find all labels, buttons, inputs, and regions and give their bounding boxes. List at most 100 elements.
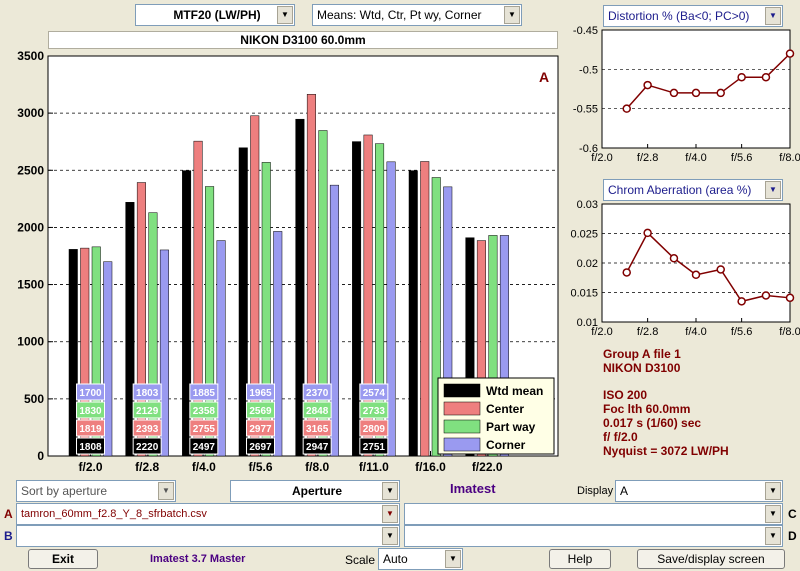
legend-swatch: [443, 419, 481, 434]
data-point: [669, 254, 679, 263]
save-display-button[interactable]: Save/display screen: [637, 549, 785, 569]
chrom-aberration-line-chart: 0.010.0150.020.0250.03f/2.0 f/2.8 f/4.0 f/5…: [570, 199, 800, 338]
scale-select[interactable]: Auto ▼: [378, 548, 463, 570]
distortion-line-chart: -0.6-0.55-0.5-0.45f/2.0 f/2.8 f/4.0 f/5.6 f/…: [573, 25, 800, 164]
group-label: A: [539, 69, 549, 85]
xaxis-select-value: Aperture: [291, 484, 342, 498]
x-tick-label: f/16.0: [415, 460, 446, 474]
data-label: 2370: [306, 388, 329, 399]
file-b-select[interactable]: ▼: [16, 525, 400, 547]
chevron-down-icon[interactable]: ▼: [765, 7, 781, 25]
data-label: 2755: [193, 424, 216, 435]
data-label: 1803: [136, 388, 159, 399]
data-label: 2220: [136, 442, 159, 453]
y-tick-label: -0.45: [573, 25, 598, 37]
xaxis-select[interactable]: Aperture ▼: [230, 480, 400, 502]
x-tick-label: f/5.6: [731, 326, 752, 338]
data-point: [737, 297, 746, 306]
row-b-label: B: [4, 529, 13, 543]
x-tick-label: f/2.0: [78, 460, 102, 474]
info-nyquist: Nyquist = 3072 LW/PH: [603, 444, 729, 458]
data-point: [622, 104, 631, 113]
chevron-down-icon[interactable]: ▼: [445, 550, 461, 568]
display-label: Display: [577, 485, 614, 497]
y-tick-label: 1000: [17, 335, 44, 349]
x-tick-label: f/11.0: [359, 460, 389, 474]
data-label: 1808: [79, 442, 102, 453]
row-c-label: C: [788, 507, 797, 521]
y-tick-label: -0.55: [573, 104, 598, 116]
x-tick-label: f/8.0: [779, 326, 800, 338]
data-label: 2569: [249, 406, 272, 417]
data-point: [691, 88, 701, 98]
help-button[interactable]: Help: [549, 549, 611, 569]
chevron-down-icon[interactable]: ▼: [765, 181, 781, 199]
chevron-down-icon[interactable]: ▼: [765, 527, 781, 545]
bar: [408, 170, 418, 457]
data-point: [643, 228, 652, 238]
y-tick-label: 1500: [17, 278, 44, 292]
data-point: [643, 80, 652, 90]
chevron-down-icon[interactable]: ▼: [277, 6, 293, 24]
legend-swatch: [443, 383, 481, 398]
data-label: 2129: [136, 406, 159, 417]
chevron-down-icon[interactable]: ▼: [382, 505, 398, 523]
version-label: Imatest 3.7 Master: [150, 553, 246, 565]
data-point: [761, 72, 771, 82]
data-label: 2848: [306, 406, 329, 417]
bar: [420, 161, 430, 457]
file-d-select[interactable]: ▼: [404, 525, 783, 547]
image-info: Group A file 1 NIKON D3100 ISO 200 Foc l…: [603, 347, 798, 458]
data-point: [785, 49, 795, 58]
row-a-label: A: [4, 507, 13, 521]
data-label: 2574: [363, 388, 386, 399]
metric-select-value: MTF20 (LW/PH): [173, 8, 261, 22]
y-tick-label: 2500: [17, 163, 44, 177]
y-tick-label: 3000: [17, 106, 44, 120]
y-tick-label: 0: [37, 449, 44, 463]
file-a-value: tamron_60mm_f2.8_Y_8_sfrbatch.csv: [21, 508, 207, 520]
x-tick-label: f/2.0: [591, 326, 612, 338]
chevron-down-icon[interactable]: ▼: [765, 505, 781, 523]
display-select[interactable]: A ▼: [615, 480, 783, 502]
sort-select-value: Sort by aperture: [21, 484, 108, 498]
data-point: [622, 268, 631, 277]
chevron-down-icon[interactable]: ▼: [158, 482, 174, 500]
legend-swatch: [443, 401, 481, 416]
means-select-value: Means: Wtd, Ctr, Pt wy, Corner: [317, 8, 482, 22]
data-label: 3165: [306, 424, 329, 435]
data-label: 2497: [193, 442, 216, 453]
x-tick-label: f/5.6: [248, 460, 272, 474]
sort-select[interactable]: Sort by aperture ▼: [16, 480, 176, 502]
x-tick-label: f/5.6: [731, 152, 752, 164]
data-point: [669, 88, 679, 98]
data-point: [785, 293, 795, 303]
chevron-down-icon[interactable]: ▼: [382, 482, 398, 500]
chevron-down-icon[interactable]: ▼: [382, 527, 398, 545]
metric-select[interactable]: MTF20 (LW/PH) ▼: [135, 4, 295, 26]
file-c-select[interactable]: ▼: [404, 503, 783, 525]
file-a-select[interactable]: tamron_60mm_f2.8_Y_8_sfrbatch.csv ▼: [16, 503, 400, 525]
y-tick-label: 0.03: [577, 199, 598, 211]
chevron-down-icon[interactable]: ▼: [504, 6, 520, 24]
info-camera: NIKON D3100: [603, 361, 681, 375]
x-tick-label: f/2.0: [591, 152, 612, 164]
x-tick-label: f/4.0: [685, 326, 706, 338]
exit-button[interactable]: Exit: [28, 549, 98, 569]
means-select[interactable]: Means: Wtd, Ctr, Pt wy, Corner ▼: [312, 4, 522, 26]
chevron-down-icon[interactable]: ▼: [765, 482, 781, 500]
y-tick-label: -0.5: [579, 64, 598, 76]
distortion-select-value: Distortion % (Ba<0; PC>0): [608, 9, 750, 23]
x-tick-label: f/2.8: [135, 460, 159, 474]
data-label: 1819: [79, 424, 102, 435]
legend-label: Corner: [486, 438, 526, 452]
y-tick-label: 0.02: [577, 258, 598, 270]
scale-select-value: Auto: [383, 552, 408, 566]
info-fstop: f/ f/2.0: [603, 430, 638, 444]
data-label: 2809: [363, 424, 386, 435]
data-label: 2393: [136, 424, 159, 435]
legend-swatch: [443, 437, 481, 452]
x-tick-label: f/2.8: [637, 326, 658, 338]
data-label: 1885: [193, 388, 216, 399]
y-tick-label: 2000: [17, 220, 44, 234]
